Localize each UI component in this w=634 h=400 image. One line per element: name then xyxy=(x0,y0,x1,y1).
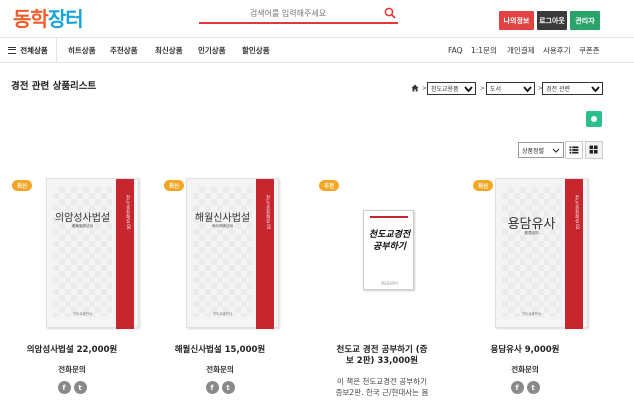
breadcrumb-select-scripture[interactable]: 경전 관련 xyxy=(542,82,603,95)
logo-text-part2: 장터 xyxy=(47,7,84,31)
chevron-down-icon xyxy=(591,86,600,93)
product-name-line1: 천도교 경전 공부하기 (증 xyxy=(336,345,428,355)
product-name-line2: 보 2판) 33,000원 xyxy=(346,356,418,366)
twitter-icon[interactable]: t xyxy=(526,381,540,394)
product-image[interactable]: 천도교경전 공부하기 천도교출판사 xyxy=(363,210,414,290)
product-image[interactable]: 의암성사법설 義菴聖師法說 천도교출판사 천도교경전해설 06 xyxy=(46,178,139,329)
recommended-badge: 추천 xyxy=(319,180,339,191)
toggle-options-button[interactable] xyxy=(586,111,602,127)
cover-publisher: 천도교출판사 xyxy=(381,281,398,285)
chevron-down-icon xyxy=(464,86,473,93)
list-view-button[interactable] xyxy=(565,141,583,159)
main-nav: 전체상품 히트상품 추천상품 최신상품 인기상품 할인상품 FAQ 1:1문의 … xyxy=(0,37,634,63)
cover-title: 해월신사법설 xyxy=(194,213,251,224)
nav-newest-products[interactable]: 최신상품 xyxy=(155,38,183,62)
spine-text: 천도교경전해설 06 xyxy=(126,195,131,230)
product-name[interactable]: 해월신사법설 15,000원 xyxy=(155,345,285,356)
product-phone-inquiry: 전화문의 xyxy=(511,365,539,374)
home-icon[interactable] xyxy=(411,84,419,92)
nav-inquiry[interactable]: 1:1문의 xyxy=(471,38,497,62)
search-box xyxy=(199,4,398,24)
nav-hit-products[interactable]: 히트상품 xyxy=(68,38,96,62)
spine-text: 천도교경전해설 02 xyxy=(575,195,580,230)
page-title: 경전 관련 상품리스트 xyxy=(11,81,97,92)
cover-subtitle: 義菴聖師法說 xyxy=(72,224,93,228)
cover-title: 천도교경전 공부하기 xyxy=(368,230,411,252)
nav-reviews[interactable]: 사용후기 xyxy=(543,38,571,62)
list-view-icon xyxy=(569,146,579,154)
sort-select[interactable]: 상품정렬 xyxy=(518,142,564,158)
cover-publisher: 천도교출판사 xyxy=(212,312,233,316)
search-icon[interactable] xyxy=(384,7,396,19)
cover-publisher: 천도교출판사 xyxy=(72,312,93,316)
cover-subtitle: 海月神師法說 xyxy=(212,224,233,228)
nav-popular-products[interactable]: 인기상품 xyxy=(198,38,226,62)
cover-title: 용담유사 xyxy=(507,217,556,232)
new-badge: 최신 xyxy=(164,180,184,191)
nav-personal-payment[interactable]: 개인결제 xyxy=(507,38,535,62)
hamburger-icon xyxy=(8,46,17,54)
cover-publisher: 천도교출판사 xyxy=(521,312,542,316)
book-spine: 천도교경전해설 06 xyxy=(116,179,134,329)
product-card[interactable]: 의암성사법설 義菴聖師法說 천도교출판사 천도교경전해설 06 최신 의암성사법… xyxy=(0,178,139,400)
grid-view-icon xyxy=(589,145,598,154)
breadcrumb-level2: 도서 xyxy=(490,86,502,93)
product-name[interactable]: 의암성사법설 22,000원 xyxy=(7,345,137,356)
cover-accent xyxy=(370,216,408,218)
product-description: 이 책은 천도교경전 공부하기 증보2판. 한국 근/현대사는 몸 xyxy=(317,376,447,398)
twitter-icon[interactable]: t xyxy=(221,381,235,394)
book-spine: 천도교경전해설 05 xyxy=(256,179,274,329)
product-description-line2: 증보2판. 한국 근/현대사는 몸 xyxy=(335,388,429,397)
chevron-down-icon xyxy=(552,148,560,153)
facebook-icon[interactable]: f xyxy=(510,381,524,394)
search-input[interactable] xyxy=(199,4,377,22)
product-name[interactable]: 천도교 경전 공부하기 (증 보 2판) 33,000원 xyxy=(317,345,447,367)
sort-label: 상품정렬 xyxy=(522,147,545,155)
logout-button[interactable]: 로그아웃 xyxy=(537,11,567,30)
product-card[interactable]: 해월신사법설 海月神師法說 천도교출판사 천도교경전해설 05 최신 해월신사법… xyxy=(151,178,281,400)
twitter-icon[interactable]: t xyxy=(73,381,87,394)
social-share: f t xyxy=(460,381,590,395)
all-categories-label: 전체상품 xyxy=(20,45,48,55)
facebook-icon[interactable]: f xyxy=(205,381,219,394)
spine-text: 천도교경전해설 05 xyxy=(266,195,271,230)
new-badge: 최신 xyxy=(12,180,32,191)
breadcrumb-level3: 경전 관련 xyxy=(546,86,570,93)
product-card[interactable]: 용담유사 龍潭遺詞 천도교출판사 천도교경전해설 02 최신 용담유사 9,00… xyxy=(460,178,590,400)
new-badge: 최신 xyxy=(473,180,493,191)
breadcrumb-separator-icon: > xyxy=(480,85,486,92)
logo-text-part1: 동학 xyxy=(13,7,49,31)
breadcrumb-level1: 천도교용품 xyxy=(431,86,459,93)
nav-coupon-zone[interactable]: 쿠폰존 xyxy=(579,38,600,62)
product-image[interactable]: 해월신사법설 海月神師法說 천도교출판사 천도교경전해설 05 xyxy=(186,178,279,329)
product-phone-inquiry: 전화문의 xyxy=(58,365,86,374)
chevron-down-icon xyxy=(523,86,532,93)
product-image[interactable]: 용담유사 龍潭遺詞 천도교출판사 천도교경전해설 02 xyxy=(495,178,588,329)
cover-subtitle: 龍潭遺詞 xyxy=(524,231,539,235)
breadcrumb-select-category[interactable]: 천도교용품 xyxy=(427,82,476,95)
nav-faq[interactable]: FAQ xyxy=(448,38,463,62)
site-header: 동학장터 나의정보 로그아웃 관리자 xyxy=(0,0,634,36)
admin-button[interactable]: 관리자 xyxy=(570,11,600,30)
cover-title: 의암성사법설 xyxy=(54,213,111,224)
product-name[interactable]: 용담유사 9,000원 xyxy=(460,345,590,356)
social-share: f t xyxy=(7,381,137,395)
nav-recommended-products[interactable]: 추천상품 xyxy=(110,38,138,62)
site-logo[interactable]: 동학장터 xyxy=(13,3,84,32)
product-phone-inquiry: 전화문의 xyxy=(206,365,234,374)
breadcrumb-select-books[interactable]: 도서 xyxy=(486,82,535,95)
book-spine: 천도교경전해설 02 xyxy=(565,179,583,329)
my-info-button[interactable]: 나의정보 xyxy=(499,11,534,30)
grid-view-button[interactable] xyxy=(585,141,603,159)
all-categories-button[interactable]: 전체상품 xyxy=(0,38,57,62)
product-description-line1: 이 책은 천도교경전 공부하기 xyxy=(337,377,427,386)
facebook-icon[interactable]: f xyxy=(57,381,71,394)
social-share: f t xyxy=(155,381,285,395)
nav-sale-products[interactable]: 할인상품 xyxy=(242,38,270,62)
